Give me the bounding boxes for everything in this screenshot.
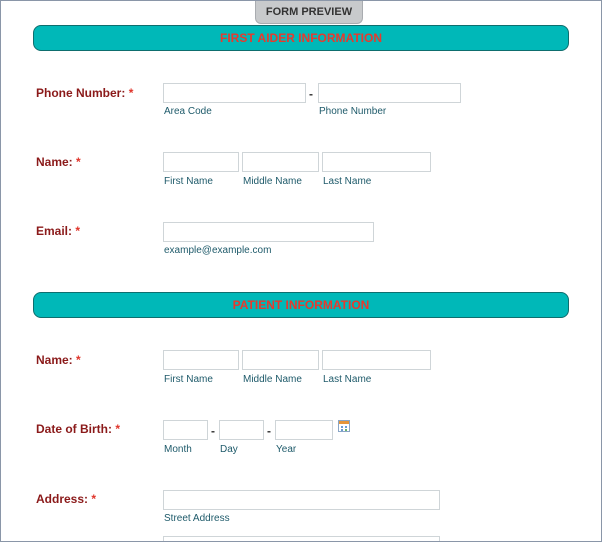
phone-number-input[interactable] <box>318 83 461 103</box>
email-label-text: Email: <box>36 224 73 238</box>
dob-separator: - <box>211 424 215 438</box>
required-marker: * <box>75 224 81 238</box>
area-code-input[interactable] <box>163 83 306 103</box>
month-sublabel: Month <box>164 444 192 455</box>
last-name-sublabel: Last Name <box>323 374 372 385</box>
phone-number-label-text: Phone Number: <box>36 86 126 100</box>
email-label: Email: * <box>36 224 80 238</box>
dob-year-input[interactable] <box>275 420 333 440</box>
patient-section-header: PATIENT INFORMATION <box>33 292 569 318</box>
year-sublabel: Year <box>276 444 297 455</box>
first-name-sublabel: First Name <box>164 374 213 385</box>
calendar-icon[interactable] <box>338 420 350 432</box>
first-aider-middle-name-input[interactable] <box>242 152 319 172</box>
patient-middle-name-input[interactable] <box>242 350 319 370</box>
first-aider-last-name-input[interactable] <box>322 152 431 172</box>
date-of-birth-label-text: Date of Birth: <box>36 422 112 436</box>
required-marker: * <box>115 422 121 436</box>
phone-separator: - <box>309 87 313 101</box>
address-label: Address: * <box>36 492 96 506</box>
dob-day-input[interactable] <box>219 420 264 440</box>
street-address-input[interactable] <box>163 490 440 510</box>
first-aider-section-header: FIRST AIDER INFORMATION <box>33 25 569 51</box>
dob-separator: - <box>267 424 271 438</box>
dob-month-input[interactable] <box>163 420 208 440</box>
address-label-text: Address: <box>36 492 89 506</box>
last-name-sublabel: Last Name <box>323 176 372 187</box>
first-aider-first-name-input[interactable] <box>163 152 239 172</box>
patient-last-name-input[interactable] <box>322 350 431 370</box>
required-marker: * <box>128 86 134 100</box>
day-sublabel: Day <box>220 444 238 455</box>
email-sublabel: example@example.com <box>164 245 272 256</box>
phone-number-label: Phone Number: * <box>36 86 133 100</box>
date-of-birth-label: Date of Birth: * <box>36 422 120 436</box>
first-aider-name-label: Name: * <box>36 155 81 169</box>
form-preview-tab[interactable]: FORM PREVIEW <box>255 1 363 24</box>
patient-first-name-input[interactable] <box>163 350 239 370</box>
street-address-sublabel: Street Address <box>164 513 230 524</box>
required-marker: * <box>76 155 81 169</box>
required-marker: * <box>76 353 81 367</box>
phone-number-sublabel: Phone Number <box>319 106 387 117</box>
first-aider-name-label-text: Name: <box>36 155 73 169</box>
email-input[interactable] <box>163 222 374 242</box>
middle-name-sublabel: Middle Name <box>243 374 302 385</box>
street-address-line2-input[interactable] <box>163 536 440 541</box>
middle-name-sublabel: Middle Name <box>243 176 302 187</box>
first-name-sublabel: First Name <box>164 176 213 187</box>
required-marker: * <box>91 492 97 506</box>
form-preview-frame: FORM PREVIEW FIRST AIDER INFORMATION Pho… <box>0 0 602 542</box>
patient-name-label-text: Name: <box>36 353 73 367</box>
area-code-sublabel: Area Code <box>164 106 212 117</box>
patient-name-label: Name: * <box>36 353 81 367</box>
